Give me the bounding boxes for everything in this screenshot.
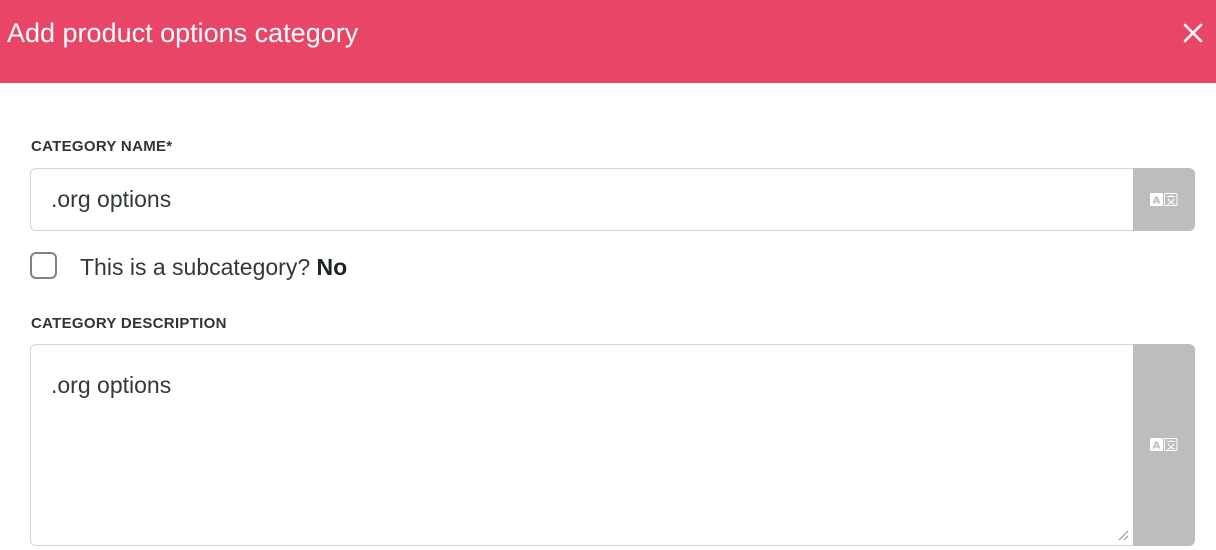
close-icon xyxy=(1183,23,1203,43)
category-description-textarea[interactable]: .org options xyxy=(30,344,1133,546)
category-name-input[interactable]: .org options xyxy=(30,168,1133,231)
subcategory-checkbox[interactable] xyxy=(30,252,57,279)
close-button[interactable] xyxy=(1180,20,1206,46)
modal-title: Add product options category xyxy=(7,18,359,48)
category-name-label: CATEGORY NAME* xyxy=(31,138,173,155)
translate-icon: A xyxy=(1150,438,1178,451)
svg-text:A: A xyxy=(1153,195,1161,206)
subcategory-value: No xyxy=(316,254,348,280)
subcategory-label: This is a subcategory? No xyxy=(80,254,347,281)
category-name-value: .org options xyxy=(51,186,172,212)
category-description-value: .org options xyxy=(51,372,172,398)
category-description-label: CATEGORY DESCRIPTION xyxy=(31,315,227,332)
svg-text:A: A xyxy=(1153,441,1161,452)
category-name-group: .org options A xyxy=(30,168,1195,231)
category-description-group: .org options A xyxy=(30,344,1195,546)
add-category-modal: Add product options category CATEGORY NA… xyxy=(0,0,1216,550)
category-name-translate-button[interactable]: A xyxy=(1133,168,1195,231)
modal-header: Add product options category xyxy=(0,0,1216,83)
resize-grip-icon[interactable] xyxy=(1117,529,1129,541)
subcategory-question: This is a subcategory? xyxy=(80,254,311,280)
category-description-translate-button[interactable]: A xyxy=(1133,344,1195,546)
translate-icon: A xyxy=(1150,192,1178,206)
